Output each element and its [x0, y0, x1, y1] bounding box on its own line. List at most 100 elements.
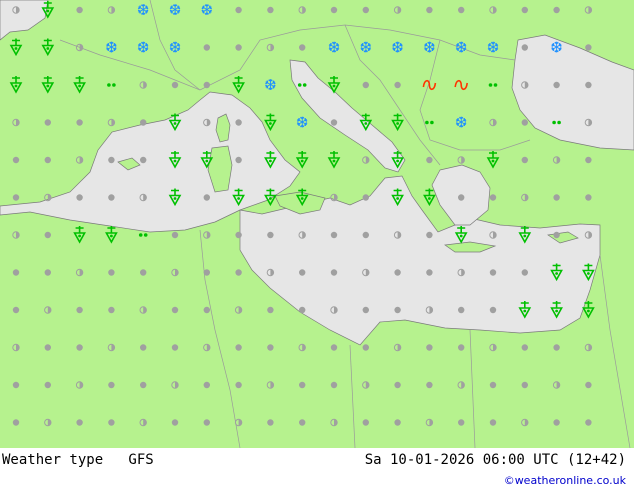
map-title: Weather type GFS [2, 452, 154, 468]
dry-cloud-symbol [171, 344, 179, 351]
dry-cloud-symbol [489, 194, 497, 201]
valid-time: Sa 10-01-2026 06:00 UTC (12+42) [364, 452, 626, 468]
dry-cloud-symbol [12, 381, 20, 389]
dry-cloud-symbol [171, 306, 179, 314]
dry-cloud-symbol [203, 306, 210, 314]
dry-cloud-symbol [426, 344, 433, 351]
dry-cloud-symbol [362, 6, 369, 14]
dry-cloud-symbol [330, 381, 338, 389]
dry-cloud-symbol [458, 306, 465, 314]
snow-symbol: ❆ [391, 39, 404, 57]
dry-cloud-symbol [362, 194, 369, 201]
dry-cloud-symbol [553, 194, 560, 201]
dry-cloud-symbol [140, 269, 147, 276]
dry-cloud-symbol [299, 44, 306, 51]
dry-cloud-symbol [140, 156, 147, 164]
dry-cloud-symbol [12, 156, 20, 164]
dry-cloud-symbol [12, 419, 20, 426]
dry-cloud-symbol [362, 419, 369, 426]
dry-cloud-symbol [44, 344, 51, 351]
dry-cloud-symbol [521, 156, 528, 164]
dry-cloud-symbol [267, 6, 274, 14]
svg-text:❆: ❆ [455, 39, 468, 57]
snow-symbol: ❆ [487, 39, 500, 57]
dry-cloud-symbol [44, 381, 51, 389]
dry-cloud-symbol [362, 231, 369, 239]
dry-cloud-symbol [330, 231, 338, 239]
snow-symbol: ❆ [169, 1, 182, 19]
snow-symbol: ❆ [169, 39, 182, 57]
dry-cloud-symbol [458, 419, 465, 426]
dry-cloud-symbol [235, 119, 242, 126]
dry-cloud-symbol [76, 344, 83, 351]
dry-cloud-symbol [330, 269, 338, 276]
map-canvas: ❆ ❆ ❆ ❆ ❆ ❆ ❆ ❆ ❆ ❆ ❆ ❆ ❆ ❆ ❆ ❆ [0, 0, 634, 449]
dry-cloud-symbol [426, 381, 433, 389]
dry-cloud-symbol [585, 381, 592, 389]
svg-text:❆: ❆ [137, 1, 150, 19]
dry-cloud-symbol [235, 381, 242, 389]
dry-cloud-symbol [44, 156, 51, 164]
dry-cloud-symbol [299, 306, 306, 314]
dry-cloud-symbol [44, 119, 51, 126]
dry-cloud-symbol [203, 194, 210, 201]
dry-cloud-symbol [299, 419, 306, 426]
dry-cloud-symbol [489, 381, 497, 389]
dry-cloud-symbol [330, 344, 338, 351]
dry-cloud-symbol [585, 44, 592, 51]
snow-symbol: ❆ [328, 39, 341, 57]
dry-cloud-symbol [394, 381, 401, 389]
dry-cloud-symbol [108, 306, 115, 314]
dry-cloud-symbol [12, 306, 20, 314]
snow-symbol: ❆ [423, 39, 436, 57]
snow-symbol: ❆ [137, 1, 150, 19]
dry-cloud-symbol [553, 344, 560, 351]
dry-cloud-symbol [203, 81, 210, 89]
svg-text:❆: ❆ [137, 39, 150, 57]
dry-cloud-symbol [458, 344, 465, 351]
dry-cloud-symbol [426, 156, 433, 164]
dry-cloud-symbol [330, 6, 338, 14]
svg-text:❆: ❆ [360, 39, 373, 57]
dry-cloud-symbol [489, 306, 497, 314]
dry-cloud-symbol [362, 81, 369, 89]
dry-cloud-symbol [585, 419, 592, 426]
svg-text:❆: ❆ [105, 39, 118, 57]
dry-cloud-symbol [521, 44, 528, 51]
dry-cloud-symbol [12, 269, 20, 276]
dry-cloud-symbol [267, 231, 274, 239]
dry-cloud-symbol [171, 81, 179, 89]
dry-cloud-symbol [108, 381, 115, 389]
dry-cloud-symbol [426, 6, 433, 14]
dry-cloud-symbol [235, 156, 242, 164]
svg-text:❆: ❆ [169, 39, 182, 57]
svg-text:❆: ❆ [487, 39, 500, 57]
dry-cloud-symbol [362, 306, 369, 314]
dry-cloud-symbol [76, 194, 83, 201]
dry-cloud-symbol [76, 119, 83, 126]
dry-cloud-symbol [394, 419, 401, 426]
dry-cloud-symbol [458, 6, 465, 14]
snow-symbol: ❆ [550, 39, 563, 57]
dry-cloud-symbol [299, 269, 306, 276]
dry-cloud-symbol [585, 156, 592, 164]
dry-cloud-symbol [108, 269, 115, 276]
snow-symbol: ❆ [264, 76, 277, 94]
site-credit[interactable]: ©weatheronline.co.uk [504, 474, 626, 487]
dry-cloud-symbol [394, 81, 401, 89]
dry-cloud-symbol [203, 269, 210, 276]
dry-cloud-symbol [553, 81, 560, 89]
snow-symbol: ❆ [137, 39, 150, 57]
dry-cloud-symbol [267, 306, 274, 314]
snow-symbol: ❆ [455, 114, 468, 132]
dry-cloud-symbol [299, 381, 306, 389]
dry-cloud-symbol [108, 194, 115, 201]
dry-cloud-symbol [171, 231, 179, 239]
dry-cloud-symbol [426, 231, 433, 239]
dry-cloud-symbol [235, 344, 242, 351]
dry-cloud-symbol [44, 231, 51, 239]
footer-bar: Weather type GFS Sa 10-01-2026 06:00 UTC… [0, 448, 634, 490]
dry-cloud-symbol [76, 419, 83, 426]
dry-cloud-symbol [44, 269, 51, 276]
dry-cloud-symbol [521, 344, 528, 351]
